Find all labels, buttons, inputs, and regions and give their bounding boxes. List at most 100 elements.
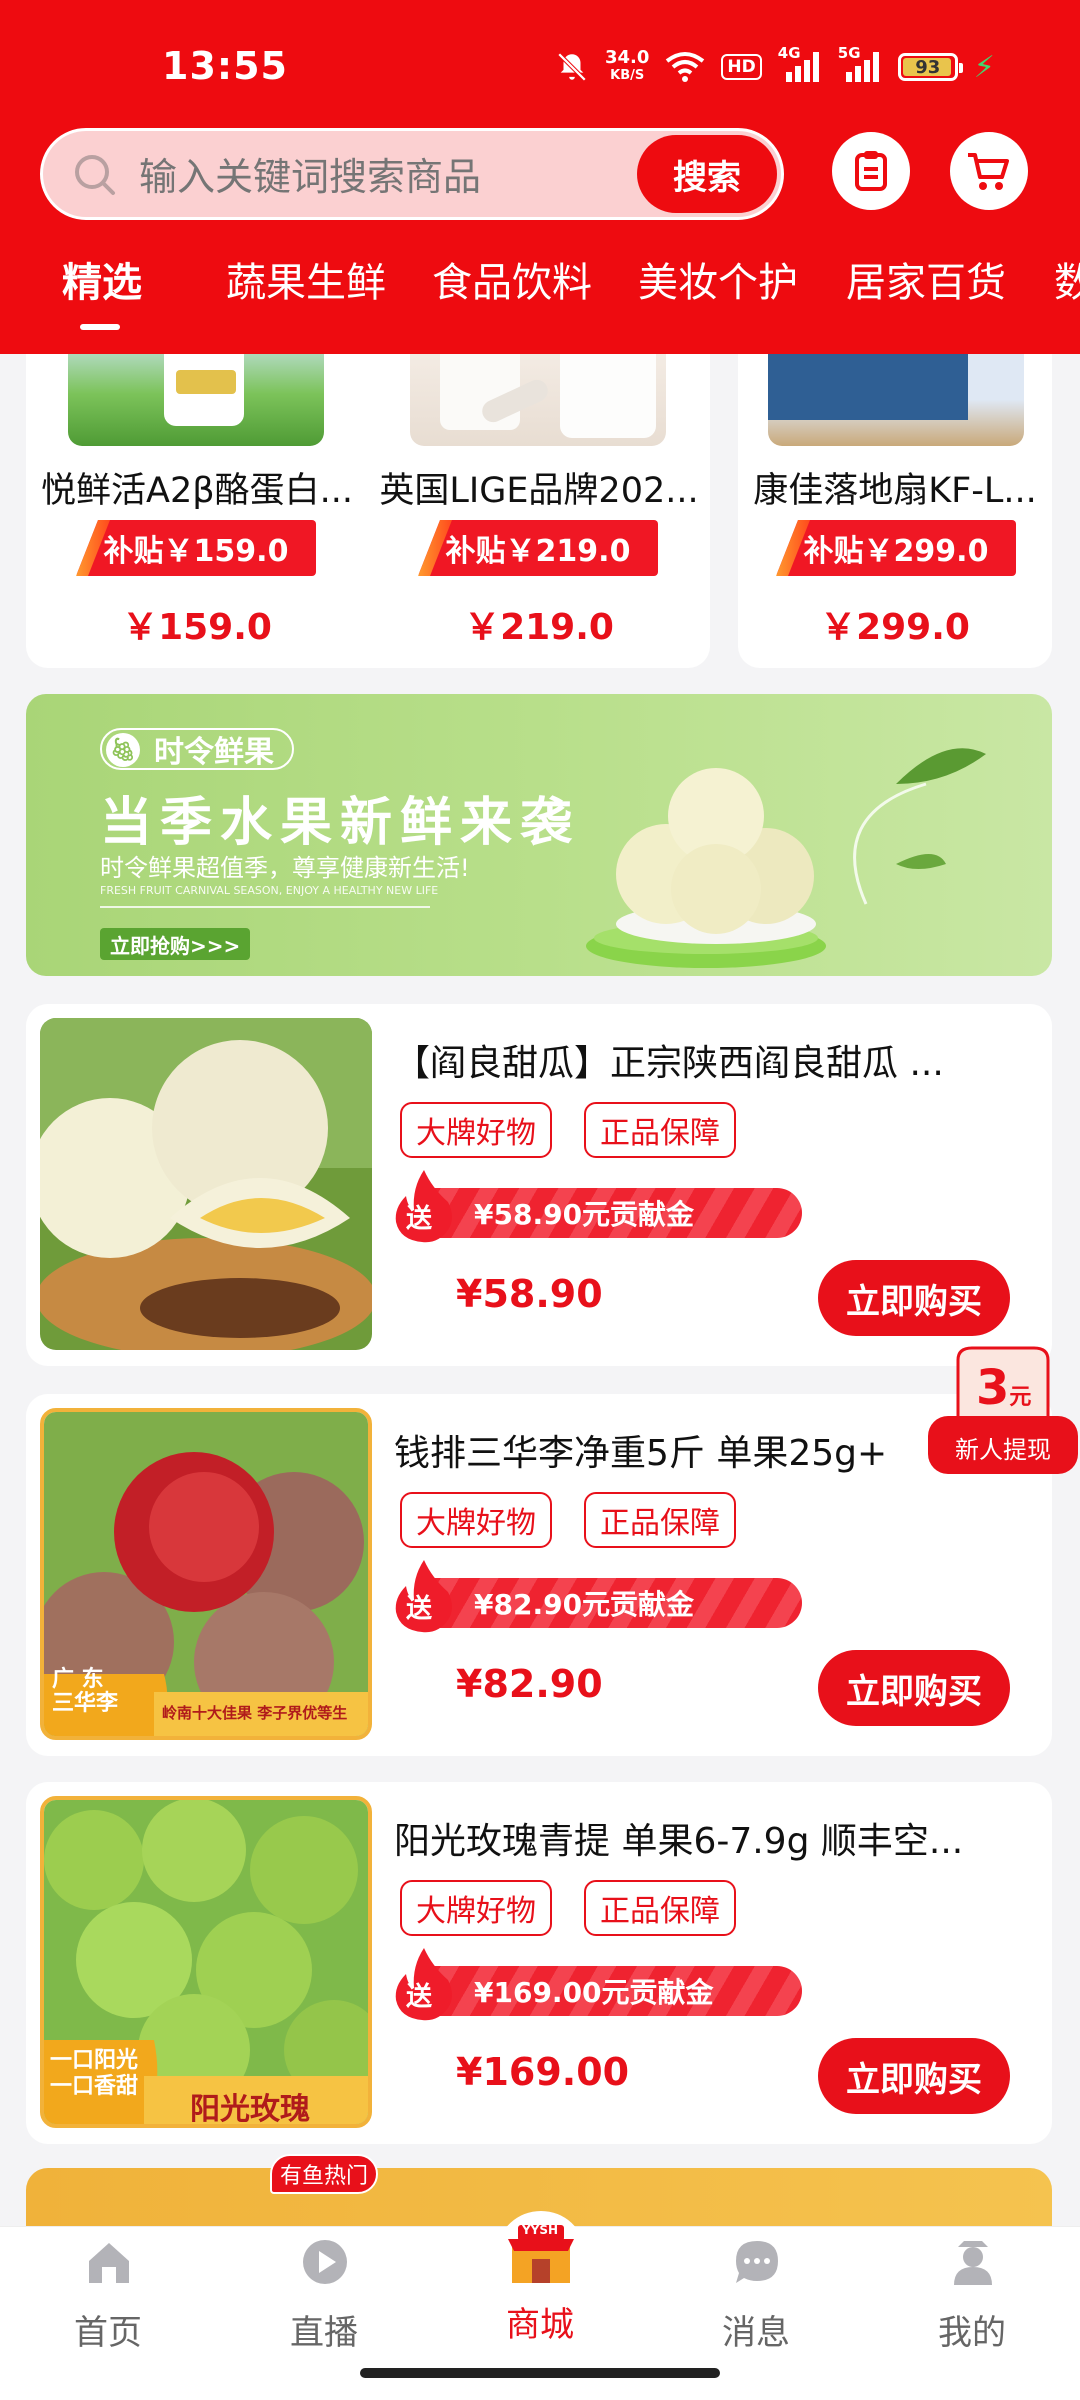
buy-now-button[interactable]: 立即购买 bbox=[818, 2038, 1010, 2114]
contribution-text: ¥82.90元贡献金 bbox=[420, 1578, 802, 1628]
tab-fresh-produce[interactable]: 蔬果生鲜 bbox=[226, 250, 386, 308]
orders-button[interactable] bbox=[832, 132, 910, 210]
nav-store[interactable]: YYSH 商城 bbox=[460, 2211, 620, 2355]
wifi-icon bbox=[666, 52, 705, 82]
net-speed-value: 34.0 bbox=[605, 47, 650, 68]
clipboard-icon bbox=[855, 151, 887, 191]
authentic-badge: 正品保障 bbox=[584, 1492, 736, 1548]
active-tab-indicator bbox=[80, 324, 120, 330]
tab-household[interactable]: 居家百货 bbox=[846, 250, 1006, 308]
battery-icon: 93 bbox=[897, 53, 963, 81]
flame-icon: 送 bbox=[392, 1558, 456, 1634]
nav-profile[interactable]: 我的 bbox=[892, 2227, 1052, 2355]
buy-now-button[interactable]: 立即购买 bbox=[818, 1650, 1010, 1726]
banner-buy-button[interactable]: 立即抢购>>> bbox=[100, 928, 251, 960]
product-price: ¥58.90 bbox=[456, 1272, 603, 1316]
banner-english-text: FRESH FRUIT CARNIVAL SEASON, ENJOY A HEA… bbox=[100, 884, 439, 897]
contribution-reward: ¥82.90元贡献金 送 bbox=[392, 1560, 802, 1633]
image-caption: 广 东 三华李 bbox=[52, 1667, 119, 1716]
new-user-cashout-coupon[interactable]: 3元 新人提现 bbox=[928, 1346, 1078, 1484]
product-title: 【阎良甜瓜】正宗陕西阎良甜瓜 ... bbox=[394, 1043, 944, 1084]
store-sign: YYSH bbox=[521, 2223, 559, 2237]
cart-icon bbox=[968, 153, 1009, 190]
search-bar[interactable]: 搜索 bbox=[40, 128, 784, 220]
banner-title: 当季水果新鲜来袭 bbox=[100, 793, 581, 853]
search-icon bbox=[75, 155, 115, 195]
send-label: 送 bbox=[406, 1204, 433, 1234]
message-icon bbox=[736, 2241, 778, 2283]
send-label: 送 bbox=[406, 1594, 433, 1624]
melon-plate-illustration bbox=[586, 748, 986, 968]
product-price: ￥219.0 bbox=[464, 607, 614, 648]
authentic-badge: 正品保障 bbox=[584, 1880, 736, 1936]
status-time: 13:55 bbox=[162, 44, 288, 88]
product-image: 广 东 三华李 岭南十大佳果 李子界优等生 bbox=[40, 1408, 372, 1740]
image-caption: 阳光玫瑰 bbox=[190, 2092, 310, 2127]
brand-badge: 大牌好物 bbox=[400, 1880, 552, 1936]
product-card-plum[interactable]: 广 东 三华李 岭南十大佳果 李子界优等生 钱排三华李净重5斤 单果25g+ 大… bbox=[26, 1394, 1052, 1756]
brand-badge: 大牌好物 bbox=[400, 1102, 552, 1158]
mute-bell-icon bbox=[557, 52, 587, 82]
nav-messages[interactable]: 消息 bbox=[676, 2227, 836, 2355]
grape-icon: 🍇︎ bbox=[106, 733, 140, 767]
product-name: 悦鲜活A2β酪蛋白... bbox=[41, 471, 353, 511]
tab-beauty[interactable]: 美妆个护 bbox=[638, 250, 798, 308]
gesture-area bbox=[0, 2354, 1080, 2400]
contribution-text: ¥58.90元贡献金 bbox=[420, 1188, 802, 1238]
product-name: 康佳落地扇KF-L... bbox=[753, 471, 1037, 511]
cart-button[interactable] bbox=[950, 132, 1028, 210]
profile-icon bbox=[954, 2241, 992, 2285]
search-button[interactable]: 搜索 bbox=[637, 135, 777, 213]
charging-icon: ⚡ bbox=[973, 49, 995, 85]
seasonal-fruit-banner[interactable]: 🍇︎ 时令鲜果 当季水果新鲜来袭 时令鲜果超值季，尊享健康新生活! FRESH F… bbox=[26, 694, 1052, 976]
product-card-grapes[interactable]: 一口阳光 一口香甜 阳光玫瑰 阳光玫瑰青提 单果6-7.9g 顺丰空... 大牌… bbox=[26, 1782, 1052, 2144]
nav-label: 商城 bbox=[506, 2305, 574, 2345]
banner-tag: 🍇︎ 时令鲜果 bbox=[100, 728, 294, 770]
search-input[interactable] bbox=[139, 155, 539, 199]
hot-tag: 有鱼热门 bbox=[270, 2154, 379, 2194]
authentic-badge: 正品保障 bbox=[584, 1102, 736, 1158]
product-name: 英国LIGE品牌202... bbox=[379, 471, 699, 511]
category-tabs: 精选 蔬果生鲜 食品饮料 美妆个护 居家百货 数 bbox=[0, 240, 1080, 340]
tab-digital[interactable]: 数 bbox=[1054, 250, 1080, 308]
product-price: ¥169.00 bbox=[456, 2050, 630, 2094]
product-card-melon[interactable]: 【阎良甜瓜】正宗陕西阎良甜瓜 ... 大牌好物 正品保障 ¥58.90元贡献金 … bbox=[26, 1004, 1052, 1366]
banner-divider bbox=[100, 906, 430, 908]
product-card-a2-milk[interactable]: 悦鲜活A2β酪蛋白... 英国LIGE品牌202... 补贴￥159.0 补贴￥… bbox=[26, 330, 710, 668]
top-header: 13:55 34.0KB/S HD 4G 5G 93 ⚡ 搜索 精选 蔬果生鲜 … bbox=[0, 0, 1080, 354]
nav-live[interactable]: 直播 bbox=[244, 2227, 404, 2355]
coupon-label: 新人提现 bbox=[955, 1436, 1051, 1464]
coupon-amount-unit: 元 bbox=[1009, 1385, 1032, 1410]
subsidy-badge: 补贴￥159.0 bbox=[76, 520, 316, 576]
nav-label: 消息 bbox=[722, 2313, 790, 2353]
buy-now-button[interactable]: 立即购买 bbox=[818, 1260, 1010, 1336]
subsidy-badge: 补贴￥299.0 bbox=[776, 520, 1016, 576]
product-price: ￥159.0 bbox=[122, 607, 272, 648]
send-label: 送 bbox=[406, 1982, 433, 2012]
status-bar: 13:55 34.0 KB/S HD 4G 5G 93 ⚡ bbox=[0, 0, 1080, 130]
product-title: 阳光玫瑰青提 单果6-7.9g 顺丰空... bbox=[394, 1821, 964, 1862]
home-icon bbox=[89, 2243, 129, 2283]
hd-badge: HD bbox=[721, 54, 762, 80]
coupon-amount: 3元 bbox=[976, 1360, 1031, 1416]
live-icon bbox=[303, 2240, 347, 2284]
search-row: 搜索 bbox=[0, 128, 1080, 220]
banner-subtitle: 时令鲜果超值季，尊享健康新生活! bbox=[100, 854, 470, 882]
bottom-navigation: 首页 直播 YYSH 商城 消息 我的 bbox=[0, 2211, 1080, 2355]
product-card-floor-fan[interactable]: 康佳落地扇KF-L... 补贴￥299.0 ￥299.0 bbox=[738, 330, 1052, 668]
flame-icon: 送 bbox=[392, 1168, 456, 1244]
contribution-text: ¥169.00元贡献金 bbox=[420, 1966, 802, 2016]
tab-food-drinks[interactable]: 食品饮料 bbox=[432, 250, 592, 308]
product-price: ¥82.90 bbox=[456, 1662, 603, 1706]
signal-5g-label: 5G bbox=[837, 44, 861, 62]
product-image bbox=[40, 1018, 372, 1350]
home-gesture-bar[interactable] bbox=[360, 2368, 720, 2378]
status-icons: 34.0 KB/S HD 4G 5G 93 ⚡ bbox=[555, 42, 995, 92]
signal-4g-label: 4G bbox=[777, 44, 801, 62]
melon-image bbox=[40, 1018, 372, 1350]
nav-label: 我的 bbox=[938, 2313, 1006, 2353]
tab-featured[interactable]: 精选 bbox=[62, 250, 142, 308]
contribution-reward: ¥58.90元贡献金 送 bbox=[392, 1170, 802, 1243]
nav-home[interactable]: 首页 bbox=[28, 2227, 188, 2355]
image-caption: 岭南十大佳果 李子界优等生 bbox=[162, 1704, 348, 1722]
